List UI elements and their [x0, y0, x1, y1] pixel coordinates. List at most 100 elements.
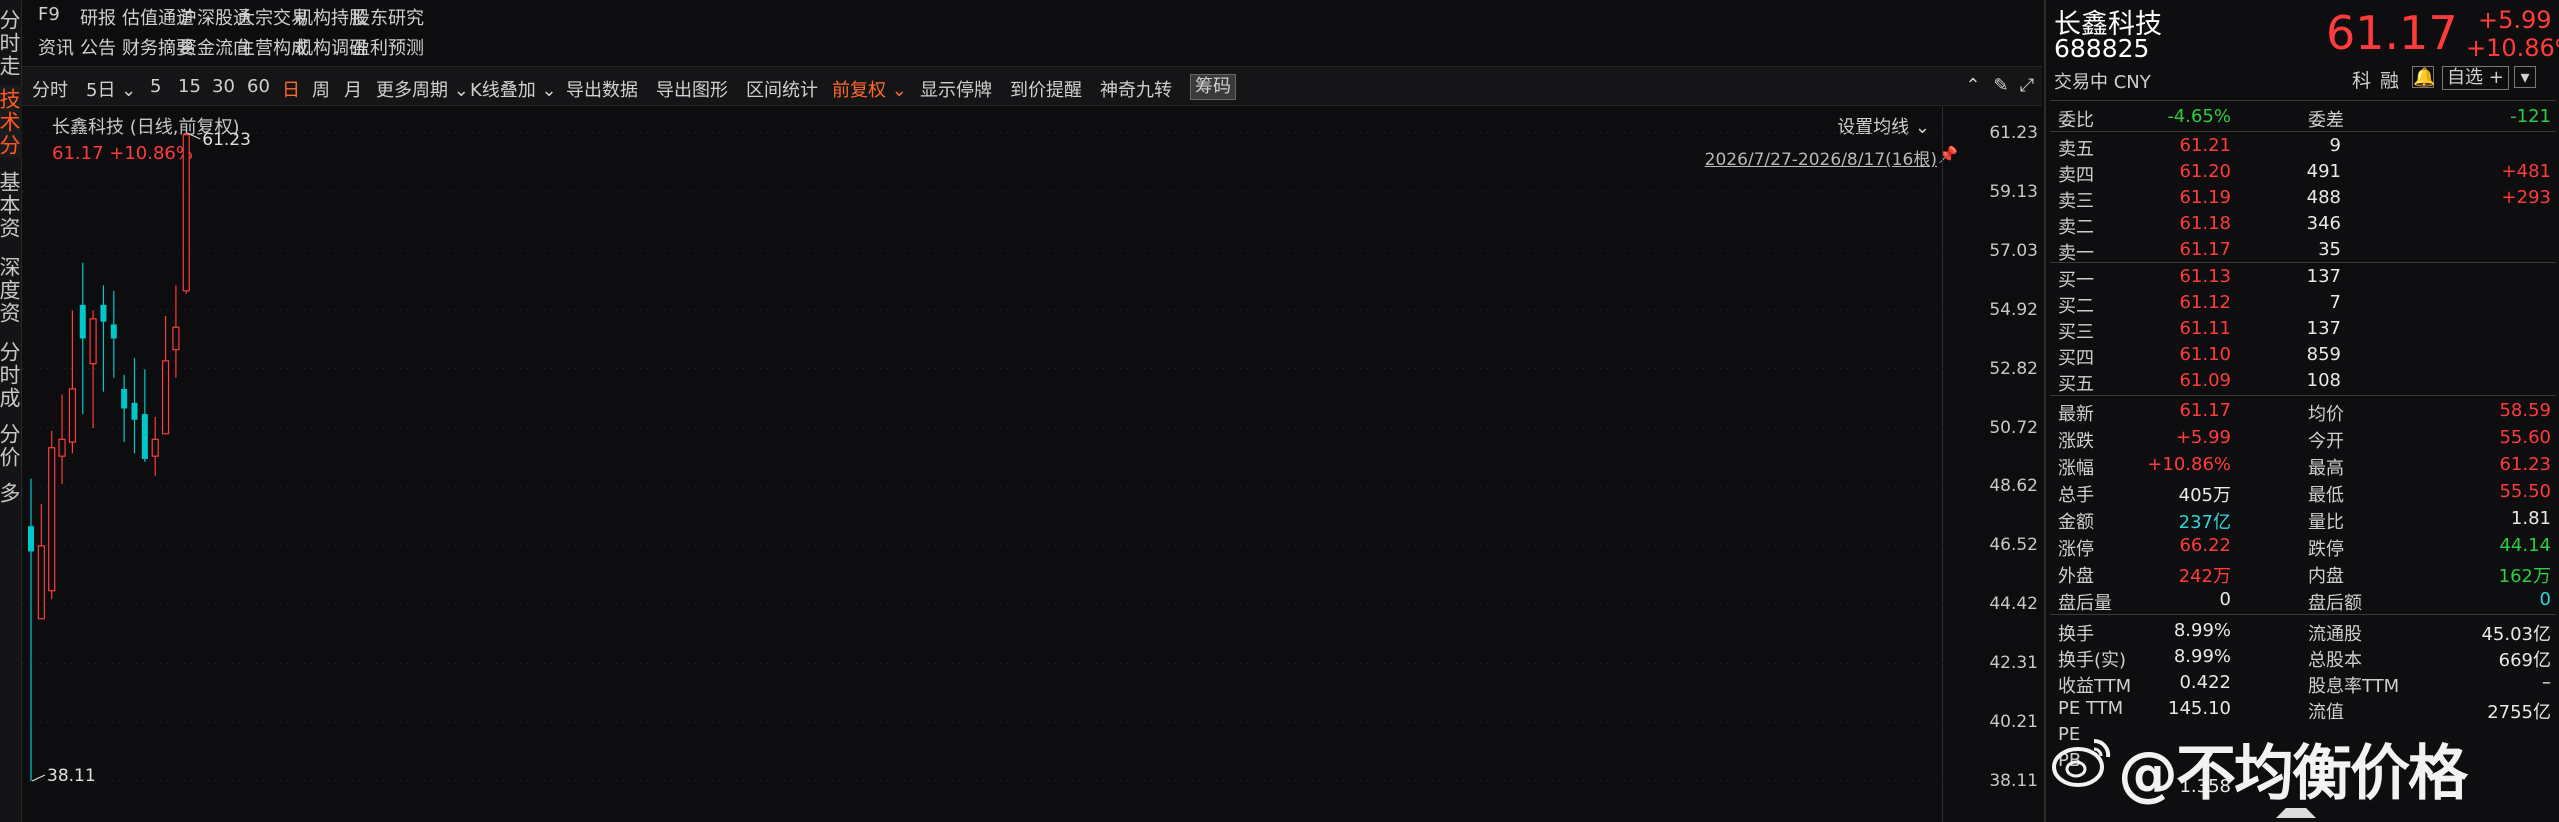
- low-price-label: 38.11: [47, 766, 96, 786]
- bid-level-label: 买二: [2058, 296, 2094, 317]
- order-ratio-row: 委比 -4.65% 委差 -121: [2046, 104, 2559, 131]
- fundamental-row: 换手 8.99% 流通股 45.03亿: [2046, 618, 2559, 645]
- nav-technical[interactable]: 技术分析: [0, 86, 22, 158]
- divider: [2050, 614, 2556, 615]
- y-tick-label: 38.11: [1989, 771, 2038, 791]
- ask-price: 61.19: [2179, 187, 2231, 208]
- y-tick-label: 50.72: [1989, 417, 2038, 438]
- chevron-down-icon: ⌄: [448, 80, 469, 101]
- stat-value: 55.60: [2499, 427, 2551, 448]
- nav-price-table[interactable]: 分价表: [0, 420, 22, 472]
- nav-intraday[interactable]: 分时走势: [0, 8, 22, 78]
- divider: [2050, 100, 2556, 101]
- menu-research[interactable]: 研报: [80, 4, 116, 30]
- bid-level-label: 买一: [2058, 270, 2094, 291]
- kline-chart[interactable]: 长鑫科技 (日线,前复权) 61.17 +10.86% 设置均线 ⌄ 2026/…: [22, 107, 2042, 822]
- quote-panel: 长鑫科技 688825 交易中 CNY 61.17 +5.99 +10.86% …: [2044, 0, 2559, 822]
- nav-basic-info[interactable]: 基本资料: [0, 170, 22, 240]
- period-30min[interactable]: 30: [212, 76, 235, 97]
- stat-value: 66.22: [2179, 535, 2231, 556]
- bid-price: 61.11: [2179, 318, 2231, 339]
- menu-f9[interactable]: F9: [38, 4, 60, 25]
- fund-value: 145.10: [2168, 698, 2231, 719]
- period-60min[interactable]: 60: [247, 76, 270, 97]
- nav-depth-info[interactable]: 深度资料: [0, 255, 22, 325]
- stat-row: 涨停 66.22 跌停 44.14: [2046, 533, 2559, 560]
- fundamental-row: 收益TTM 0.422 股息率TTM –: [2046, 670, 2559, 697]
- ask-volume: 488: [2306, 187, 2341, 208]
- tag-margin: 融: [2380, 70, 2400, 92]
- candle: [172, 285, 180, 378]
- divider: [2050, 131, 2556, 132]
- menu-news[interactable]: 资讯: [38, 34, 74, 60]
- chips-button[interactable]: 筹码: [1190, 74, 1236, 100]
- last-price: 61.17: [2326, 6, 2458, 60]
- brush-icon[interactable]: ✎: [1990, 75, 2012, 97]
- fund-label: 总股本: [2308, 650, 2362, 671]
- stat-value: 44.14: [2499, 535, 2551, 556]
- kline-overlay[interactable]: K线叠加 ⌄: [470, 76, 557, 102]
- menu-shareholder[interactable]: 股东研究: [352, 4, 424, 30]
- candles-plot: 61.23 38.11: [22, 130, 1942, 786]
- dropdown-icon[interactable]: ▾: [2514, 66, 2536, 88]
- stat-label: 涨停: [2058, 539, 2094, 560]
- ask-price: 61.18: [2179, 213, 2231, 234]
- diff-value: -121: [2510, 106, 2551, 127]
- bell-icon[interactable]: 🔔: [2412, 66, 2435, 88]
- candle: [48, 430, 56, 600]
- more-periods[interactable]: 更多周期 ⌄: [376, 76, 469, 102]
- fund-label: 流值: [2308, 702, 2344, 723]
- y-tick-label: 44.42: [1989, 594, 2038, 615]
- stat-row: 外盘 242万 内盘 162万: [2046, 560, 2559, 587]
- fund-value: 2755亿: [2487, 702, 2551, 723]
- stat-label: 最高: [2308, 458, 2344, 479]
- collapse-icon[interactable]: ⌃: [1962, 75, 1984, 97]
- ratio-label: 委比: [2058, 110, 2094, 131]
- add-watchlist-button[interactable]: 自选 +: [2442, 66, 2509, 90]
- stat-value: 61.23: [2499, 454, 2551, 475]
- chart-toolbar: 分时 5日 ⌄ 5 15 30 60 日 周 月 更多周期 ⌄ K线叠加 ⌄ 导…: [22, 66, 2042, 106]
- range-stats[interactable]: 区间统计: [746, 76, 818, 102]
- period-intraday[interactable]: 分时: [32, 76, 68, 102]
- stat-row: 涨幅 +10.86% 最高 61.23: [2046, 452, 2559, 479]
- fund-label: 股息率TTM: [2308, 676, 2400, 697]
- stat-value: 242万: [2178, 566, 2231, 587]
- export-data[interactable]: 导出数据: [566, 76, 638, 102]
- nav-tick-trades[interactable]: 分时成交: [0, 340, 22, 410]
- fund-value: 8.99%: [2173, 620, 2231, 641]
- bid-volume: 859: [2306, 344, 2341, 365]
- stat-value: +5.99: [2175, 427, 2231, 448]
- fullscreen-icon[interactable]: ⤢: [2016, 75, 2038, 97]
- stat-label: 外盘: [2058, 566, 2094, 587]
- period-week[interactable]: 周: [312, 76, 330, 102]
- chevron-down-icon: ⌄: [535, 80, 557, 101]
- nav-more[interactable]: 多: [0, 480, 22, 506]
- stat-row: 金额 237亿 量比 1.81: [2046, 506, 2559, 533]
- period-5min[interactable]: 5: [150, 76, 161, 97]
- forward-adjust[interactable]: 前复权 ⌄: [832, 76, 907, 102]
- stat-row: 总手 405万 最低 55.50: [2046, 479, 2559, 506]
- candle-body: [182, 134, 190, 292]
- period-5day-label: 5日: [86, 80, 116, 101]
- candle-body: [68, 388, 77, 443]
- candle: [110, 290, 117, 378]
- magic-nine[interactable]: 神奇九转: [1100, 76, 1172, 102]
- period-5day[interactable]: 5日 ⌄: [86, 76, 136, 102]
- ask-row: 卖三 61.19 488 +293: [2046, 185, 2559, 212]
- candle: [151, 416, 159, 476]
- price-alert[interactable]: 到价提醒: [1010, 76, 1082, 102]
- bid-row: 买一 61.13 137: [2046, 264, 2559, 291]
- period-month[interactable]: 月: [344, 76, 362, 102]
- ask-change: +293: [2501, 187, 2551, 208]
- ask-row: 卖五 61.21 9: [2046, 133, 2559, 160]
- export-chart[interactable]: 导出图形: [656, 76, 728, 102]
- period-15min[interactable]: 15: [178, 76, 201, 97]
- weibo-logo: [2052, 738, 2111, 787]
- stat-value: +10.86%: [2147, 454, 2231, 475]
- stat-label: 最新: [2058, 404, 2094, 425]
- ask-volume: 9: [2329, 135, 2341, 156]
- show-suspension[interactable]: 显示停牌: [920, 76, 992, 102]
- menu-announcement[interactable]: 公告: [80, 34, 116, 60]
- period-day[interactable]: 日: [282, 76, 300, 102]
- menu-forecast[interactable]: 盈利预测: [352, 34, 424, 60]
